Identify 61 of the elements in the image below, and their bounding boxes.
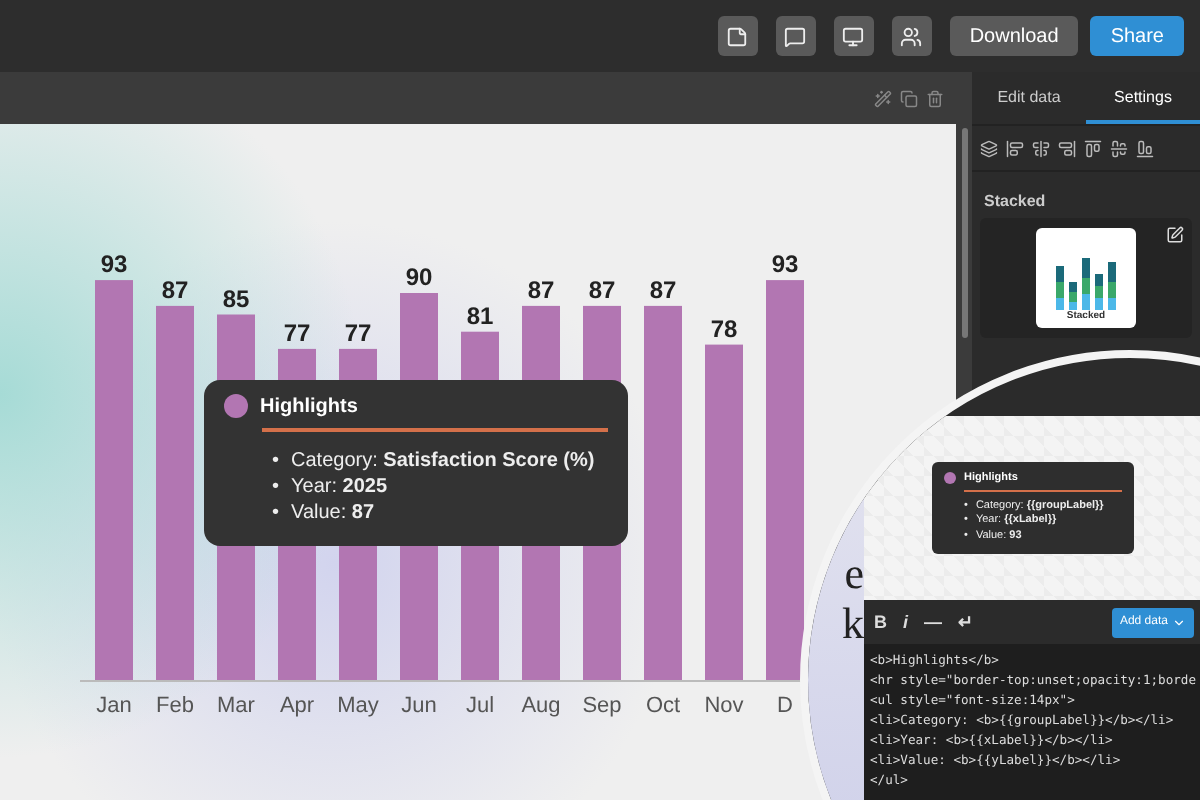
- series-dot: [944, 472, 956, 485]
- background-text: k: [842, 598, 864, 648]
- axis-label: Nov: [704, 694, 744, 718]
- share-button[interactable]: Share: [1090, 16, 1184, 56]
- value-label: 78: [710, 314, 738, 343]
- axis-label: Jan: [96, 694, 132, 718]
- value-label: 77: [283, 318, 311, 347]
- axis-label: Mar: [217, 694, 255, 718]
- note-icon[interactable]: [717, 16, 758, 56]
- axis-label: Jun: [401, 694, 437, 718]
- panel-tab[interactable]: Edit data: [972, 72, 1086, 124]
- axis-label: Jul: [465, 694, 495, 718]
- panel-tab[interactable]: Settings: [1086, 72, 1200, 124]
- users-icon[interactable]: [891, 16, 932, 56]
- axis-label: D: [777, 694, 793, 718]
- axis-label: May: [337, 694, 379, 718]
- wand-icon[interactable]: [874, 89, 892, 107]
- tooltip-title: Highlights: [260, 395, 358, 417]
- axis-label: Apr: [279, 694, 315, 718]
- value-label: 85: [222, 284, 250, 313]
- section-label: Stacked: [984, 192, 1048, 210]
- value-label: 87: [527, 275, 555, 304]
- trash-icon[interactable]: [926, 89, 944, 107]
- layers-icon[interactable]: [980, 139, 998, 157]
- background-text: e: [844, 548, 864, 598]
- download-button[interactable]: Download: [949, 16, 1079, 56]
- series-dot: [224, 394, 248, 418]
- value-label: 81: [466, 301, 494, 330]
- axis-label: Sep: [582, 694, 622, 718]
- tooltip-item: Category: Satisfaction Score (%): [291, 448, 595, 474]
- value-label: 93: [100, 250, 128, 279]
- bullet: •: [272, 500, 280, 526]
- align-top-icon[interactable]: [1084, 139, 1102, 157]
- value-label: 77: [344, 318, 372, 347]
- scrollbar-thumb[interactable]: [961, 128, 967, 338]
- bullet: •: [272, 474, 280, 500]
- align-center-icon[interactable]: [1032, 139, 1050, 157]
- tooltip-item: Value: 87: [291, 500, 375, 526]
- align-middle-icon[interactable]: [1110, 139, 1128, 157]
- chevron-down-icon: [1172, 615, 1186, 629]
- monitor-icon[interactable]: [833, 16, 874, 56]
- value-label: 90: [405, 263, 433, 291]
- edit-icon[interactable]: [1166, 226, 1184, 244]
- axis-label: Oct: [645, 694, 681, 718]
- align-left-icon[interactable]: [1006, 139, 1024, 157]
- align-right-icon[interactable]: [1058, 139, 1076, 157]
- tooltip-item: Year: 2025: [291, 474, 388, 500]
- copy-icon[interactable]: [900, 89, 918, 107]
- value-label: 87: [161, 275, 189, 304]
- format-button[interactable]: ↵: [958, 612, 975, 632]
- value-label: 87: [588, 275, 616, 304]
- value-label: 93: [771, 250, 799, 279]
- axis-label: Aug: [521, 694, 561, 718]
- format-button[interactable]: —: [924, 612, 943, 632]
- format-button[interactable]: i: [903, 612, 909, 632]
- axis-label: Feb: [156, 694, 194, 718]
- format-button[interactable]: B: [874, 612, 887, 632]
- comment-icon[interactable]: [775, 16, 816, 56]
- align-bottom-icon[interactable]: [1136, 139, 1154, 157]
- bullet: •: [272, 448, 280, 474]
- value-label: 87: [649, 275, 677, 304]
